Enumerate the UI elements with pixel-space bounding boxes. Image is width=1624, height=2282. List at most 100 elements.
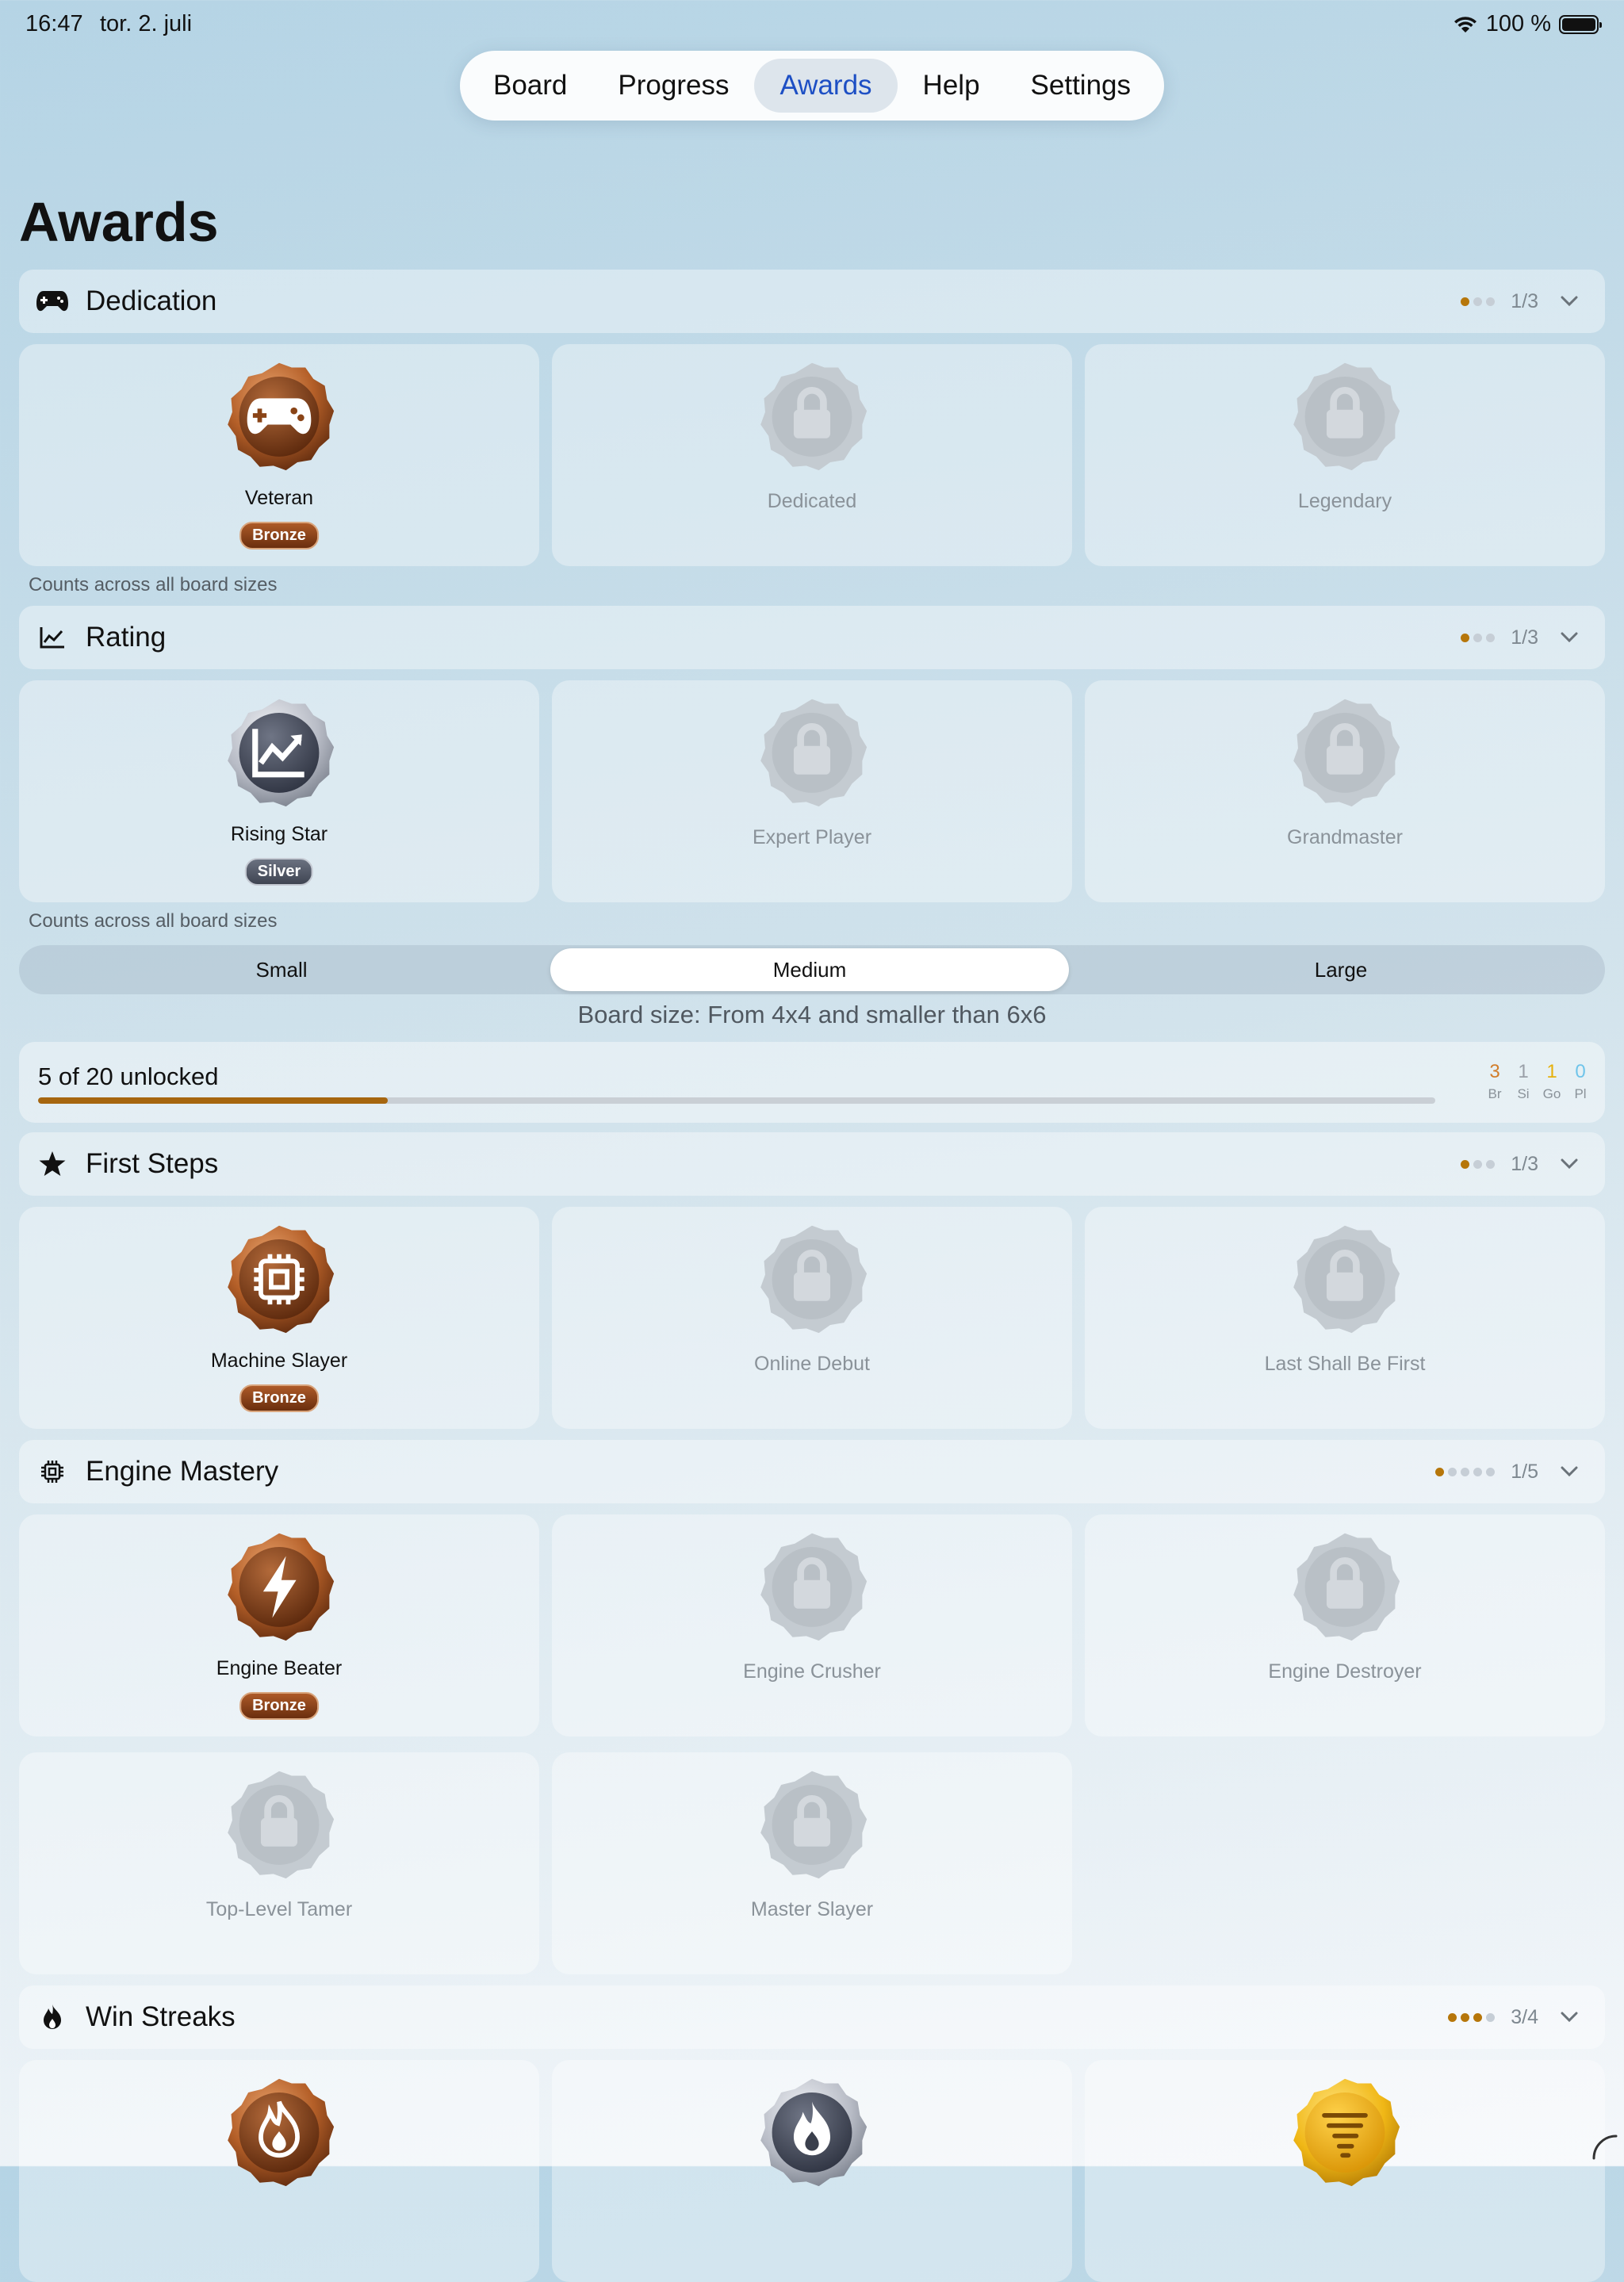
dot-filled bbox=[1461, 633, 1470, 642]
unlock-progress-label: 5 of 20 unlocked bbox=[38, 1063, 219, 1090]
award-card-master-slayer[interactable]: Master Slayer bbox=[552, 1752, 1072, 1974]
award-card-expert-player[interactable]: Expert Player bbox=[552, 680, 1072, 902]
award-name: Machine Slayer bbox=[210, 1350, 348, 1372]
award-name: Master Slayer bbox=[750, 1898, 874, 1920]
section-title: Engine Mastery bbox=[86, 1456, 279, 1487]
award-card-win-streak-silver[interactable] bbox=[552, 2060, 1072, 2282]
lock-badge bbox=[760, 1225, 868, 1334]
section-title: Dedication bbox=[86, 285, 217, 316]
dot-empty bbox=[1486, 2012, 1496, 2022]
award-card-engine-destroyer[interactable]: Engine Destroyer bbox=[1085, 1514, 1605, 1736]
segment-large[interactable]: Large bbox=[1082, 948, 1600, 991]
dot-empty bbox=[1486, 633, 1496, 642]
section-title: Win Streaks bbox=[86, 2001, 236, 2032]
award-card-online-debut[interactable]: Online Debut bbox=[552, 1207, 1072, 1429]
cpu-icon bbox=[35, 1454, 70, 1489]
wifi-icon bbox=[1454, 16, 1477, 33]
lock-badge bbox=[1293, 699, 1400, 807]
award-card-machine-slayer[interactable]: Machine Slayer Bronze bbox=[19, 1207, 539, 1429]
tier-badge: Bronze bbox=[239, 1692, 319, 1720]
tier-count-silver: 1 Si bbox=[1515, 1061, 1532, 1102]
section-header-dedication[interactable]: Dedication 1/3 bbox=[19, 270, 1605, 333]
segment-medium[interactable]: Medium bbox=[550, 948, 1069, 991]
tab-progress[interactable]: Progress bbox=[592, 59, 754, 113]
tier-badge: Silver bbox=[244, 858, 314, 886]
tier-count-platinum: 0 Pl bbox=[1572, 1061, 1589, 1102]
dot-empty bbox=[1473, 1159, 1483, 1169]
chart-icon bbox=[35, 620, 70, 655]
dot-empty bbox=[1473, 1467, 1483, 1476]
tier-count-bronze: 3 Br bbox=[1486, 1061, 1503, 1102]
board-size-description: Board size: From 4x4 and smaller than 6x… bbox=[577, 1001, 1047, 1028]
board-size-selector: Small Medium Large bbox=[19, 945, 1605, 994]
lock-badge bbox=[760, 362, 868, 471]
chevron-down-icon bbox=[1561, 1158, 1578, 1170]
tier-counts: 3 Br 1 Si 1 Go 0 Pl bbox=[1486, 1061, 1589, 1102]
tier-count-value: 0 bbox=[1575, 1061, 1586, 1082]
award-name: Top-Level Tamer bbox=[205, 1898, 353, 1920]
award-badge bbox=[228, 1225, 335, 1334]
award-badge bbox=[760, 2078, 868, 2187]
award-name: Engine Destroyer bbox=[1268, 1660, 1422, 1683]
section-header-first-steps[interactable]: First Steps 1/3 bbox=[19, 1132, 1605, 1196]
tier-count-gold: 1 Go bbox=[1543, 1061, 1561, 1102]
tab-awards[interactable]: Awards bbox=[754, 59, 898, 113]
award-card-engine-beater[interactable]: Engine Beater Bronze bbox=[19, 1514, 539, 1736]
section-count: 1/3 bbox=[1511, 626, 1538, 649]
section-count: 1/3 bbox=[1511, 1152, 1538, 1175]
dot-empty bbox=[1486, 297, 1496, 306]
section-note: Counts across all board sizes bbox=[29, 910, 278, 932]
tier-count-label: Si bbox=[1517, 1086, 1530, 1101]
unlock-progress-card: 5 of 20 unlocked 3 Br 1 Si 1 Go 0 Pl bbox=[19, 1042, 1605, 1123]
section-note: Counts across all board sizes bbox=[29, 574, 278, 595]
award-card-rising-star[interactable]: Rising Star Silver bbox=[19, 680, 539, 902]
section-count: 1/5 bbox=[1511, 1460, 1538, 1483]
award-name: Legendary bbox=[1297, 490, 1392, 512]
award-card-engine-crusher[interactable]: Engine Crusher bbox=[552, 1514, 1072, 1736]
award-card-last-shall-be-first[interactable]: Last Shall Be First bbox=[1085, 1207, 1605, 1429]
tab-board[interactable]: Board bbox=[468, 59, 592, 113]
progress-dots bbox=[1461, 633, 1496, 642]
resize-handle-icon bbox=[1592, 2135, 1618, 2160]
progress-dots bbox=[1461, 1159, 1496, 1169]
dot-filled bbox=[1473, 2012, 1483, 2022]
award-card-grandmaster[interactable]: Grandmaster bbox=[1085, 680, 1605, 902]
tier-count-label: Pl bbox=[1574, 1086, 1587, 1101]
section-header-engine-mastery[interactable]: Engine Mastery 1/5 bbox=[19, 1440, 1605, 1503]
status-date: tor. 2. juli bbox=[100, 11, 193, 36]
dot-filled bbox=[1461, 297, 1470, 306]
section-header-win-streaks[interactable]: Win Streaks 3/4 bbox=[19, 1985, 1605, 2049]
lock-badge bbox=[760, 699, 868, 807]
battery-icon bbox=[1559, 14, 1602, 34]
award-card-legendary[interactable]: Legendary bbox=[1085, 344, 1605, 566]
tab-help[interactable]: Help bbox=[898, 59, 1005, 113]
dot-filled bbox=[1461, 2012, 1470, 2022]
dot-filled bbox=[1448, 2012, 1457, 2022]
tier-count-label: Br bbox=[1488, 1086, 1502, 1101]
tier-count-value: 1 bbox=[1546, 1061, 1557, 1082]
section-header-rating[interactable]: Rating 1/3 bbox=[19, 606, 1605, 669]
tier-badge: Bronze bbox=[239, 522, 319, 549]
page-title: Awards bbox=[19, 191, 219, 253]
award-name: Engine Crusher bbox=[743, 1660, 881, 1683]
award-card-dedicated[interactable]: Dedicated bbox=[552, 344, 1072, 566]
award-card-top-level-tamer[interactable]: Top-Level Tamer bbox=[19, 1752, 539, 1974]
unlock-progress-fill bbox=[38, 1097, 388, 1104]
progress-dots bbox=[1435, 1467, 1496, 1476]
segment-small[interactable]: Small bbox=[22, 948, 541, 991]
dot-empty bbox=[1461, 1467, 1470, 1476]
lock-badge bbox=[760, 1533, 868, 1641]
award-name: Online Debut bbox=[754, 1353, 870, 1375]
dot-filled bbox=[1435, 1467, 1445, 1476]
chevron-down-icon bbox=[1561, 632, 1578, 643]
section-count: 1/3 bbox=[1511, 289, 1538, 312]
award-name: Rising Star bbox=[230, 823, 328, 845]
progress-dots bbox=[1448, 2012, 1496, 2022]
lock-badge bbox=[760, 1771, 868, 1879]
award-card-veteran[interactable]: Veteran Bronze bbox=[19, 344, 539, 566]
flame-icon bbox=[35, 2000, 70, 2035]
lock-badge bbox=[228, 1771, 335, 1879]
award-card-win-streak-bronze[interactable] bbox=[19, 2060, 539, 2282]
tab-settings[interactable]: Settings bbox=[1005, 59, 1156, 113]
award-card-win-streak-gold[interactable] bbox=[1085, 2060, 1605, 2282]
